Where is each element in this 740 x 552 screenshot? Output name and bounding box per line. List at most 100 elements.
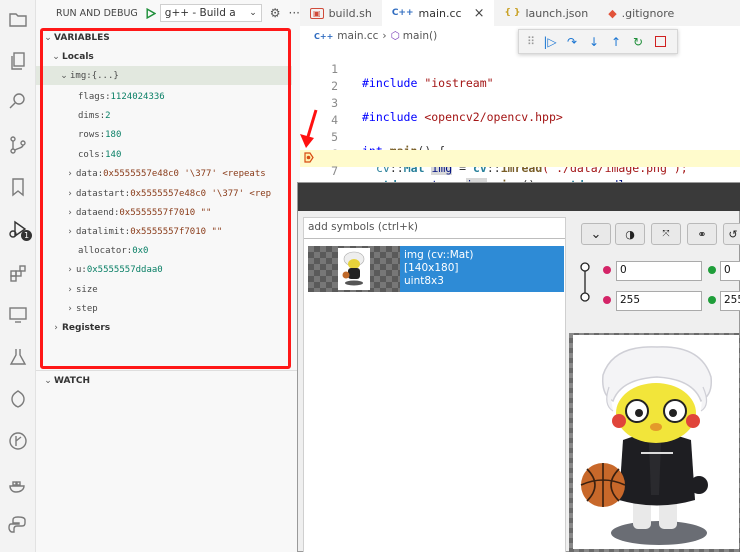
docker-icon[interactable] [7,474,29,496]
step-over-icon: ↷ [566,34,578,49]
chevron-down-icon: ⌄ [60,70,68,81]
debug-config-select[interactable]: g++ - Build a ⌄ [159,4,262,22]
image-viewer[interactable] [569,333,740,552]
variable-datalimit[interactable]: › datalimit: 0x5555557f7010 "" [36,222,292,241]
variable-name: flags [78,91,106,102]
variable-dataend[interactable]: › dataend: 0x5555557f7010 "" [36,203,292,222]
code-line[interactable]: 4 [300,99,740,127]
variables-section-header[interactable]: ⌄ VARIABLES [36,28,292,47]
image-watch-window: add symbols (ctrl+k) img (cv::Mat) [140x… [297,182,740,552]
gear-icon[interactable]: ⚙ [270,6,281,20]
item-type: uint8x3 [404,275,444,287]
bookmark-icon[interactable] [7,176,29,198]
explorer-icon[interactable] [7,8,29,30]
run-debug-icon[interactable]: 1 [7,218,32,241]
max-green-input[interactable]: 255 [720,291,740,311]
variable-value: 2 [105,110,111,121]
link-icon: ⚭ [697,227,707,241]
tab-build-sh[interactable]: ▣ build.sh [300,0,382,26]
play-icon [146,7,156,19]
variable-flags[interactable]: flags: 1124024336 [36,87,292,106]
image-watch-item-text: img (cv::Mat) [140x180] uint8x3 [400,246,477,292]
reset-button[interactable]: ↺ [723,223,740,245]
image-thumbnail [308,246,400,292]
variable-u[interactable]: › u: 0x5555557ddaa0 [36,260,292,279]
search-icon[interactable] [7,90,29,112]
image-watch-titlebar[interactable] [298,183,740,211]
variable-allocator[interactable]: allocator: 0x0 [36,241,292,260]
extensions-icon[interactable] [7,262,29,284]
variable-data[interactable]: › data: 0x5555557e48c0 '\377' <repeats [36,164,292,183]
variable-value: 1124024336 [110,91,165,102]
dropdown-button[interactable]: ⌄ [581,223,611,245]
activity-bar: 1 [0,0,36,552]
cpp-icon: C++ [314,31,334,41]
json-icon: { } [504,8,521,18]
start-debug-button[interactable] [143,6,158,21]
git-graph-icon[interactable] [7,430,29,452]
step-into-icon: ↓ [588,34,600,49]
image-watch-symbol-list: add symbols (ctrl+k) img (cv::Mat) [140x… [303,217,566,552]
code-line[interactable]: 1 #include "iostream" [300,48,740,90]
variable-cols[interactable]: cols: 140 [36,145,292,164]
debug-config-name: g++ - Build a [164,7,236,19]
code-line[interactable]: 3 #include <opencv2/opencv.hpp> [300,82,740,124]
debug-badge: 1 [21,230,32,241]
registers-label: Registers [62,322,111,333]
watch-section-header[interactable]: ⌄ WATCH [36,370,300,390]
code-line[interactable]: 2 [300,65,740,93]
files-icon[interactable] [7,50,29,72]
variable-size[interactable]: › size [36,280,292,299]
outline-icon[interactable] [7,388,29,410]
breadcrumb-file[interactable]: main.cc [337,30,378,42]
breadcrumb-symbol[interactable]: main() [403,30,437,42]
variable-value: 0x5555557ddaa0 [86,264,163,275]
stop-icon [654,36,666,47]
chevron-down-icon: ⌄ [44,32,52,43]
tab-main-cc[interactable]: C++ main.cc × [381,0,495,26]
source-control-icon[interactable] [7,134,29,156]
tab-gitignore[interactable]: ◆ .gitignore [598,0,684,26]
remote-explorer-icon[interactable] [7,304,29,326]
git-icon: ◆ [608,6,617,20]
chevron-right-icon: › [68,226,72,237]
symbol-search-input[interactable]: add symbols (ctrl+k) [304,218,565,239]
current-code-line[interactable]: 7 std::cout << img.size() << std::endl; [300,150,740,192]
more-icon[interactable]: ··· [289,6,300,20]
variable-step[interactable]: › step [36,299,292,318]
variable-dims[interactable]: dims: 2 [36,106,292,125]
range-slider[interactable] [579,261,591,303]
red-arrow-annotation [300,109,318,148]
max-red-input[interactable]: 255 [616,291,702,311]
watch-title: WATCH [54,375,91,386]
drag-handle-icon[interactable]: ⠿ [527,35,539,48]
testing-icon[interactable] [7,346,29,368]
min-green-input[interactable]: 0 [720,261,740,281]
green-channel-dot [708,296,716,304]
variable-name: dataend [76,207,114,218]
python-icon[interactable] [7,514,29,536]
min-red-input[interactable]: 0 [616,261,702,281]
code-line[interactable]: 5 int main() { [300,116,740,158]
code-line[interactable]: 6 cv::Mat img = cv::imread("./data/image… [300,133,740,175]
close-icon[interactable]: × [474,6,485,21]
registers-scope[interactable]: › Registers [36,318,292,337]
link-button[interactable]: ⚭ [687,223,717,245]
variable-rows[interactable]: rows: 180 [36,125,292,144]
terminal-icon: ▣ [310,7,324,19]
thumbnail-image [338,248,370,290]
restart-icon: ↻ [632,34,644,49]
fit-view-button[interactable]: ⤧ [651,223,681,245]
breakpoint-current-icon[interactable] [304,152,314,163]
debug-header: RUN AND DEBUG g++ - Build a ⌄ ⚙ ··· [36,0,300,26]
continue-icon: |▷ [543,34,557,49]
locals-scope[interactable]: ⌄ Locals [36,47,292,66]
cpp-icon: C++ [391,8,414,18]
variable-img[interactable]: ⌄ img: {...} [36,66,292,85]
contrast-button[interactable]: ◑ [615,223,645,245]
variable-name: step [76,303,98,314]
chevron-right-icon: › [68,264,72,275]
variable-datastart[interactable]: › datastart: 0x5555557e48c0 '\377' <rep [36,184,292,203]
image-watch-item[interactable]: img (cv::Mat) [140x180] uint8x3 [308,246,564,292]
tab-launch-json[interactable]: { } launch.json [494,0,598,26]
